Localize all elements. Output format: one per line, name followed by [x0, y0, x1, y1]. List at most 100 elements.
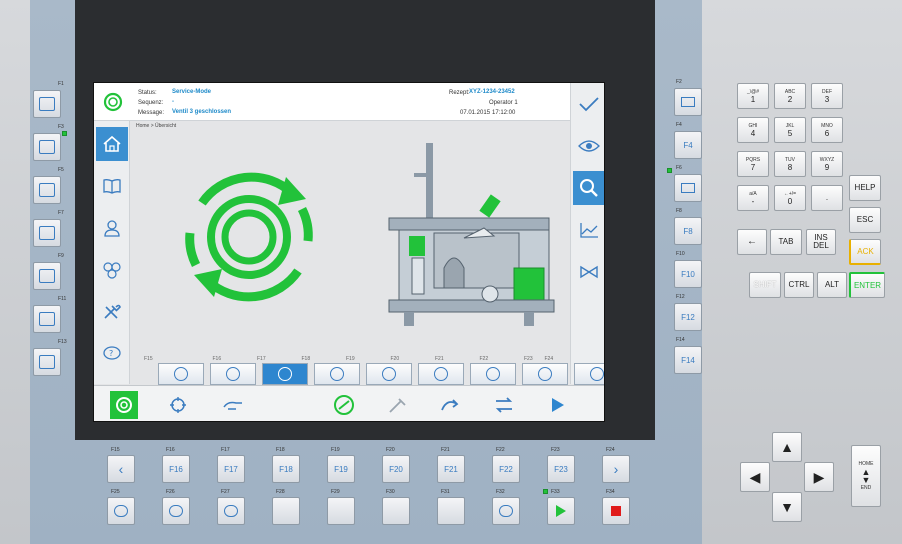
rotate-button[interactable]	[164, 391, 192, 419]
arrow-up-key[interactable]: ▲	[772, 432, 802, 462]
ins-del-key[interactable]: INS DEL	[806, 229, 836, 255]
arrow-right-icon: ▶	[813, 468, 825, 485]
shift-key[interactable]: SHIFT	[749, 272, 781, 298]
home-end-key[interactable]: HOME ▲ ▼ END	[851, 445, 881, 507]
screen-fkey-f16[interactable]	[158, 363, 204, 385]
start-button[interactable]	[544, 391, 572, 419]
screen-fkey-f20[interactable]	[366, 363, 412, 385]
numpad-key-8[interactable]: WXYZ 9	[811, 151, 843, 177]
nav-trend[interactable]	[573, 213, 604, 247]
screen-fkey-f18[interactable]	[262, 363, 308, 385]
bottom-key-f20[interactable]: F20	[382, 455, 410, 483]
numpad-key-4[interactable]: JKL 5	[774, 117, 806, 143]
bottom-key-f24[interactable]: ›	[602, 455, 630, 483]
key-label: F31	[441, 489, 450, 495]
bottom-key-f26[interactable]	[162, 497, 190, 525]
screen-fkey-f17[interactable]	[210, 363, 256, 385]
left-key-f1[interactable]	[33, 90, 61, 118]
bottom-key-f33[interactable]	[547, 497, 575, 525]
operator-name: Operator 1	[489, 100, 518, 106]
numpad-key-5[interactable]: MNO 6	[811, 117, 843, 143]
screen-fkey-f19[interactable]	[314, 363, 360, 385]
cleaning-button[interactable]	[330, 391, 358, 419]
numpad-key-2[interactable]: DEF 3	[811, 83, 843, 109]
discharge-button[interactable]	[436, 391, 464, 419]
key-label: F26	[166, 489, 175, 495]
nav-user[interactable]	[96, 211, 128, 245]
nav-help[interactable]: ?	[96, 337, 128, 371]
tab-key[interactable]: TAB	[770, 229, 802, 255]
key-main-text: 6	[824, 129, 830, 138]
right-key-f12[interactable]: F12	[674, 303, 702, 331]
bottom-key-f32[interactable]	[492, 497, 520, 525]
right-key-f4[interactable]: F4	[674, 131, 702, 159]
numpad-key-7[interactable]: TUV 8	[774, 151, 806, 177]
right-key-f14[interactable]: F14	[674, 346, 702, 374]
backspace-key[interactable]: ←	[737, 229, 767, 255]
bottom-key-f18[interactable]: F18	[272, 455, 300, 483]
left-key-f3[interactable]	[33, 133, 61, 161]
nav-home[interactable]	[96, 127, 128, 161]
bottom-key-f30[interactable]	[382, 497, 410, 525]
right-key-f10[interactable]: F10	[674, 260, 702, 288]
key-label: F15	[111, 447, 120, 453]
left-key-f7[interactable]	[33, 219, 61, 247]
arrow-down-key[interactable]: ▼	[772, 492, 802, 522]
key-label: F13	[58, 339, 67, 345]
bottom-key-f21[interactable]: F21	[437, 455, 465, 483]
nav-view[interactable]	[573, 129, 604, 163]
ack-key[interactable]: ACK	[849, 239, 881, 265]
key-main-text: 0	[787, 197, 793, 206]
numpad-key-10[interactable]: ←+/= 0	[774, 185, 806, 211]
left-key-f13[interactable]	[33, 348, 61, 376]
nav-valve[interactable]	[573, 255, 604, 289]
numpad-key-6[interactable]: PQRS 7	[737, 151, 769, 177]
screen-fkey-f21[interactable]	[418, 363, 464, 385]
bottom-key-f17[interactable]: F17	[217, 455, 245, 483]
transfer-button[interactable]	[490, 391, 518, 419]
numpad-key-11[interactable]: .	[811, 185, 843, 211]
arrow-left-key[interactable]: ◀	[740, 462, 770, 492]
service-mode-button[interactable]	[110, 391, 138, 419]
bottom-key-f23[interactable]: F23	[547, 455, 575, 483]
stop-button[interactable]	[596, 391, 604, 419]
numpad-key-3[interactable]: GHI 4	[737, 117, 769, 143]
enter-key[interactable]: ENTER	[849, 272, 885, 298]
bottom-key-f22[interactable]: F22	[492, 455, 520, 483]
left-key-f11[interactable]	[33, 305, 61, 333]
bottom-key-f25[interactable]	[107, 497, 135, 525]
right-key-f2[interactable]	[674, 88, 702, 116]
bottom-key-f15[interactable]: ‹	[107, 455, 135, 483]
hand-button[interactable]	[219, 391, 247, 419]
nav-manual[interactable]	[96, 169, 128, 203]
ctrl-key[interactable]: CTRL	[784, 272, 814, 298]
numpad-key-1[interactable]: ABC 2	[774, 83, 806, 109]
tilt-button[interactable]	[384, 391, 412, 419]
key-label: F7	[58, 210, 64, 216]
arrow-right-key[interactable]: ▶	[804, 462, 834, 492]
bottom-key-f28[interactable]	[272, 497, 300, 525]
screen-fkey-f23[interactable]	[522, 363, 568, 385]
left-key-f5[interactable]	[33, 176, 61, 204]
nav-tools[interactable]	[96, 295, 128, 329]
bottom-key-f31[interactable]	[437, 497, 465, 525]
alt-key[interactable]: ALT	[817, 272, 847, 298]
nav-alarm-ack[interactable]	[573, 87, 604, 121]
bottom-key-f16[interactable]: F16	[162, 455, 190, 483]
nav-search[interactable]	[573, 171, 604, 205]
nav-network[interactable]	[96, 253, 128, 287]
bottom-key-f19[interactable]: F19	[327, 455, 355, 483]
function-icon	[174, 367, 188, 381]
bottom-key-f34[interactable]	[602, 497, 630, 525]
numpad-key-9[interactable]: a/A -	[737, 185, 769, 211]
right-key-f6[interactable]	[674, 174, 702, 202]
screen-fkey-f22[interactable]	[470, 363, 516, 385]
bottom-key-f27[interactable]	[217, 497, 245, 525]
numpad-key-0[interactable]: _\@# 1	[737, 83, 769, 109]
screen-fkey-f24[interactable]	[574, 363, 604, 385]
left-key-f9[interactable]	[33, 262, 61, 290]
bottom-key-f29[interactable]	[327, 497, 355, 525]
help-key[interactable]: HELP	[849, 175, 881, 201]
right-key-f8[interactable]: F8	[674, 217, 702, 245]
esc-key[interactable]: ESC	[849, 207, 881, 233]
